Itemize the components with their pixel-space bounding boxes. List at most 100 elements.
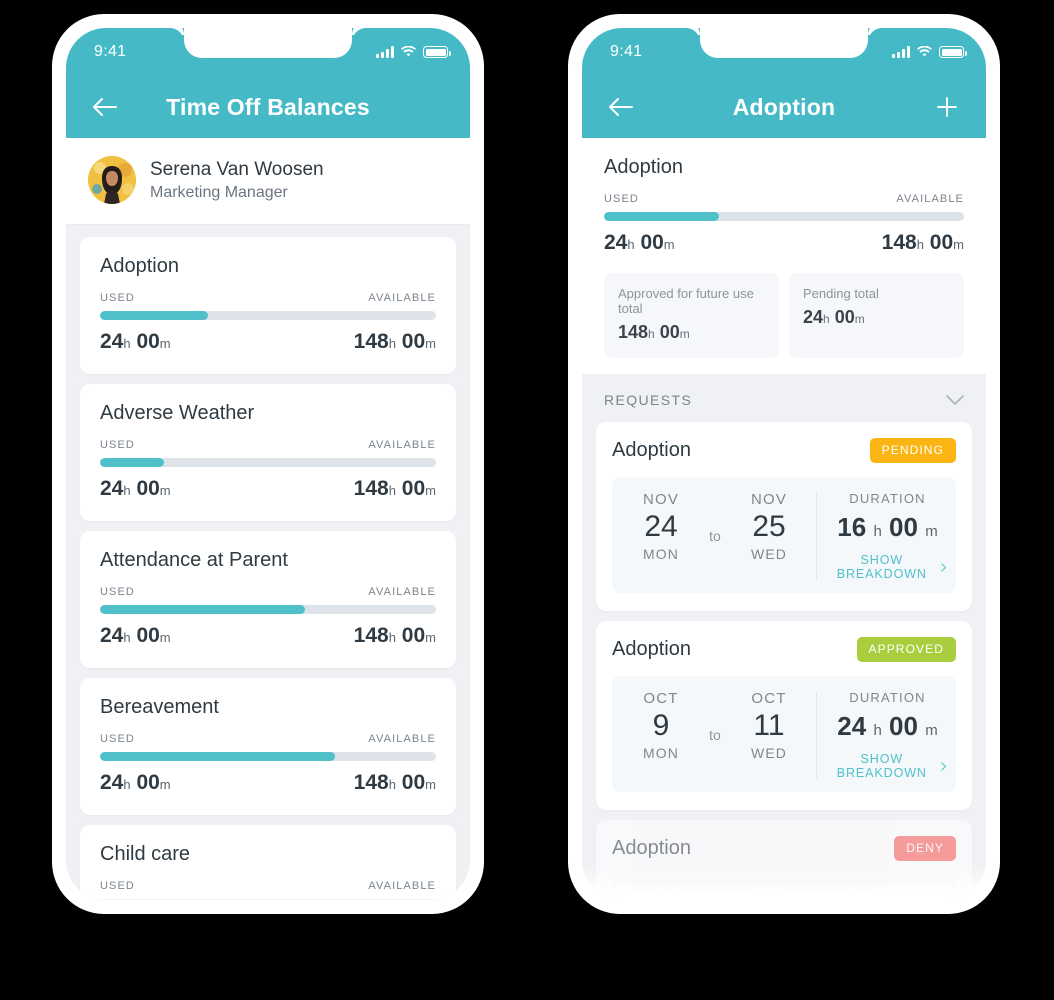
battery-icon [939, 46, 967, 58]
summary-section: Adoption USED AVAILABLE 24h 00m 148h 00m [582, 138, 986, 255]
requests-section: REQUESTS Adoption PENDING NOV 24 MON to … [582, 374, 986, 900]
show-breakdown-label: SHOW BREAKDOWN [836, 752, 927, 780]
end-dow: WED [751, 545, 787, 562]
phone-right: 9:41 Adoption Adoption USED AVAILABLE 24… [568, 14, 1000, 914]
end-month: OCT [751, 690, 787, 707]
available-value: 148h 00m [881, 231, 964, 254]
status-bar-right: 9:41 Adoption [582, 28, 986, 138]
balance-card[interactable]: Adoption USED AVAILABLE 24h 00m 148h 00m [80, 237, 456, 374]
nav-bar-right: Adoption [582, 76, 986, 138]
balance-card[interactable]: Adverse Weather USED AVAILABLE 24h 00m 1… [80, 384, 456, 521]
balance-title: Bereavement [100, 696, 219, 718]
approved-total-value: 148h 00m [618, 322, 690, 342]
available-label: AVAILABLE [368, 586, 436, 598]
requests-header[interactable]: REQUESTS [582, 374, 986, 422]
available-label: AVAILABLE [368, 880, 436, 892]
signal-bars-icon [892, 46, 910, 58]
divider [816, 493, 817, 579]
end-day: 11 [753, 709, 785, 742]
used-label: USED [100, 880, 135, 892]
profile-name: Serena Van Woosen [150, 159, 324, 181]
usage-bar [604, 212, 964, 221]
balance-card[interactable]: Bereavement USED AVAILABLE 24h 00m 148h … [80, 678, 456, 815]
end-dow: WED [751, 744, 787, 761]
balance-card[interactable]: Attendance at Parent USED AVAILABLE 24h … [80, 531, 456, 668]
wifi-icon [401, 46, 416, 58]
balance-card-list[interactable]: Adoption USED AVAILABLE 24h 00m 148h 00m [66, 225, 470, 899]
start-month: OCT [643, 690, 679, 707]
screenshot-stage: 9:41 Time Off Balances Serena Van Woosen… [0, 0, 1054, 1000]
status-badge: PENDING [869, 438, 956, 463]
date-separator: to [700, 889, 730, 900]
balance-title: Attendance at Parent [100, 549, 288, 571]
show-breakdown-link[interactable]: SHOW BREAKDOWN [829, 752, 946, 780]
status-clock: 9:41 [610, 43, 643, 60]
chevron-down-icon[interactable] [946, 394, 964, 406]
signal-bars-icon [376, 46, 394, 58]
end-date: OCT 11 WED [730, 889, 808, 900]
used-label: USED [100, 439, 135, 451]
requests-list[interactable]: Adoption PENDING NOV 24 MON to NOV 25 WE… [582, 422, 986, 900]
request-detail: NOV 24 MON to NOV 25 WED DURATION 16 h 0… [612, 477, 956, 593]
used-value: 24h 00m [100, 771, 171, 794]
end-date: NOV 25 WED [730, 491, 808, 581]
back-arrow-icon[interactable] [604, 90, 638, 124]
duration-column: DURATION 16 h 00 m SHOW BREAKDOWN [829, 491, 946, 581]
start-dow: MON [643, 744, 679, 761]
used-label: USED [100, 733, 135, 745]
usage-bar [100, 752, 436, 761]
balance-title: Adoption [100, 255, 179, 277]
back-arrow-icon[interactable] [88, 90, 122, 124]
balance-card[interactable]: Child care USED AVAILABLE 24h 00m 148h 0… [80, 825, 456, 899]
request-detail: OCT 9 MON to OCT 11 WED [612, 676, 956, 792]
duration-label: DURATION [849, 491, 926, 506]
available-label: AVAILABLE [368, 439, 436, 451]
usage-bar [100, 311, 436, 320]
device-notch [184, 28, 352, 58]
end-date: OCT 11 WED [730, 690, 808, 780]
available-value: 148h 00m [353, 771, 436, 794]
request-card[interactable]: Adoption PENDING NOV 24 MON to NOV 25 WE… [596, 422, 972, 611]
used-value: 24h 00m [100, 330, 171, 353]
usage-bar [100, 458, 436, 467]
device-notch [700, 28, 868, 58]
available-value: 148h 00m [353, 330, 436, 353]
profile-role: Marketing Manager [150, 183, 288, 201]
pending-total-label: Pending total [803, 286, 879, 301]
date-separator: to [709, 727, 721, 743]
start-date: OCT 9 MON [622, 889, 700, 900]
end-day: 25 [752, 510, 786, 543]
summary-title: Adoption [604, 156, 683, 178]
request-title: Adoption [612, 837, 691, 859]
start-date: OCT 9 MON [622, 690, 700, 780]
start-dow: MON [643, 545, 679, 562]
approved-total-box: Approved for future use total 148h 00m [604, 273, 779, 358]
used-label: USED [604, 193, 639, 205]
nav-bar-left: Time Off Balances [66, 76, 470, 138]
duration-column: DURATION 24 h 00 m SHOW BREAKDOWN [829, 889, 946, 900]
status-clock: 9:41 [94, 43, 127, 60]
usage-bar-fill [604, 212, 720, 221]
phone-left: 9:41 Time Off Balances Serena Van Woosen… [52, 14, 484, 914]
request-card[interactable]: Adoption APPROVED OCT 9 MON to OCT 11 WE… [596, 621, 972, 810]
date-separator: to [709, 528, 721, 544]
chevron-right-icon [940, 761, 946, 771]
plus-icon[interactable] [930, 90, 964, 124]
usage-bar-fill [100, 605, 305, 614]
screen-adoption-detail: 9:41 Adoption Adoption USED AVAILABLE 24… [582, 28, 986, 900]
request-title: Adoption [612, 638, 691, 660]
usage-bar-fill [100, 458, 164, 467]
available-label: AVAILABLE [896, 193, 964, 205]
show-breakdown-link[interactable]: SHOW BREAKDOWN [829, 553, 946, 581]
used-value: 24h 00m [100, 477, 171, 500]
profile-row: Serena Van Woosen Marketing Manager [66, 138, 470, 225]
available-value: 148h 00m [353, 624, 436, 647]
start-month: NOV [642, 491, 680, 508]
balance-title: Child care [100, 843, 191, 865]
duration-label: DURATION [849, 889, 926, 900]
balance-title: Adverse Weather [100, 402, 255, 424]
used-value: 24h 00m [100, 624, 171, 647]
available-value: 148h 00m [353, 477, 436, 500]
totals-row: Approved for future use total 148h 00m P… [582, 255, 986, 374]
request-card[interactable]: Adoption DENY OCT 9 MON to [596, 820, 972, 900]
